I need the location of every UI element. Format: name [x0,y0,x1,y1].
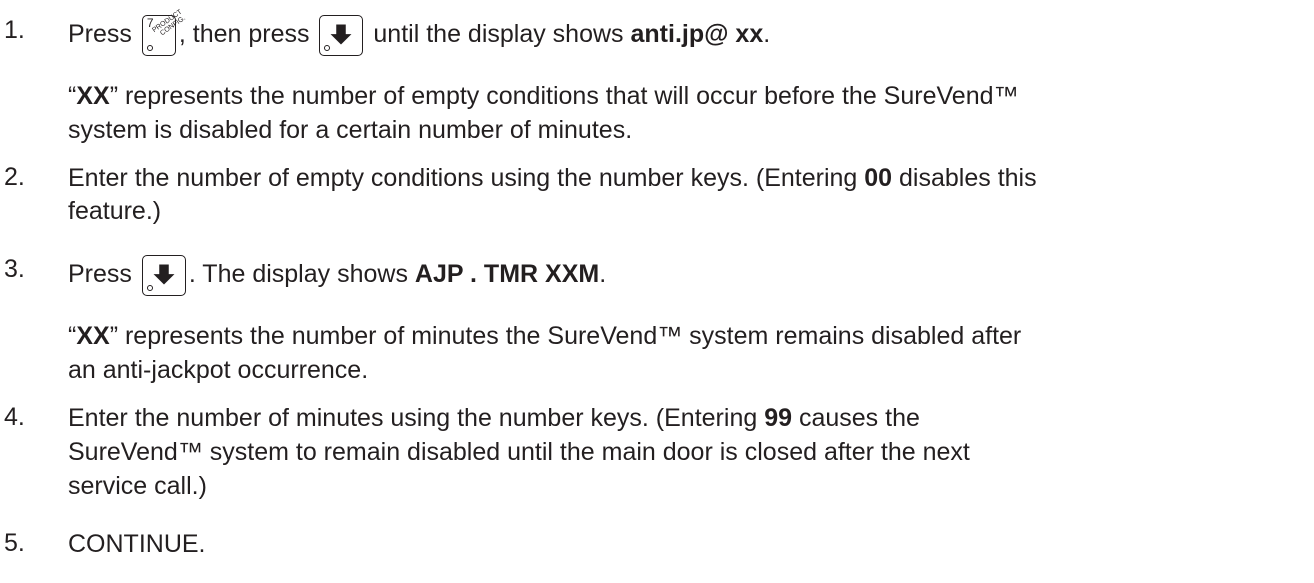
step-4-line-2: SureVend™ system to remain disabled unti… [68,438,970,466]
step-3-line: Press . The display shows AJP . TMR XXM. [68,255,606,296]
key-led-icon [146,45,153,51]
instruction-page: 1. Press 7 PRODUCT CONFIG. , then press … [0,0,1314,583]
step-4-line-3: service call.) [68,472,207,500]
step-3-after-key: . The display shows [188,260,415,289]
step-3-note-code: XX [76,322,110,350]
product-config-key-icon: 7 PRODUCT CONFIG. [141,9,187,56]
step-1-then-press: , then press [178,20,310,49]
key-led-icon [146,285,153,291]
step-5-text: CONTINUE. [68,530,206,558]
down-arrow-key-icon [319,15,364,56]
step-1-press-text: Press [68,20,132,49]
step-3-note-line-2: an anti-jackpot occurrence. [68,356,369,384]
step-4-number: 4. [4,403,25,431]
step-1-line: Press 7 PRODUCT CONFIG. , then press unt… [68,9,771,56]
step-1-note-line-2: system is disabled for a certain number … [68,116,633,144]
step-4-code: 99 [764,404,793,432]
step-1-period: . [763,20,771,49]
step-5-number: 5. [4,529,25,557]
step-4-line-1: Enter the number of minutes using the nu… [68,404,920,432]
step-2-line-1: Enter the number of empty conditions usi… [68,164,1037,192]
step-1-note-line-1: “XX” represents the number of empty cond… [68,82,1019,110]
step-1-note-code: XX [76,82,110,110]
step-1-display-code: anti.jp@ xx [630,20,764,49]
step-3-press-text: Press [68,260,132,289]
step-1-until: until the display shows [373,20,624,49]
step-2-code: 00 [864,164,893,192]
step-3-display-code: AJP . TMR XXM [414,260,600,289]
step-1-number: 1. [4,16,25,44]
step-2-line-2: feature.) [68,197,162,225]
step-3-note-line-1: “XX” represents the number of minutes th… [68,322,1022,350]
step-3-number: 3. [4,255,25,283]
down-arrow-key-icon [141,255,186,296]
step-2-number: 2. [4,163,25,191]
